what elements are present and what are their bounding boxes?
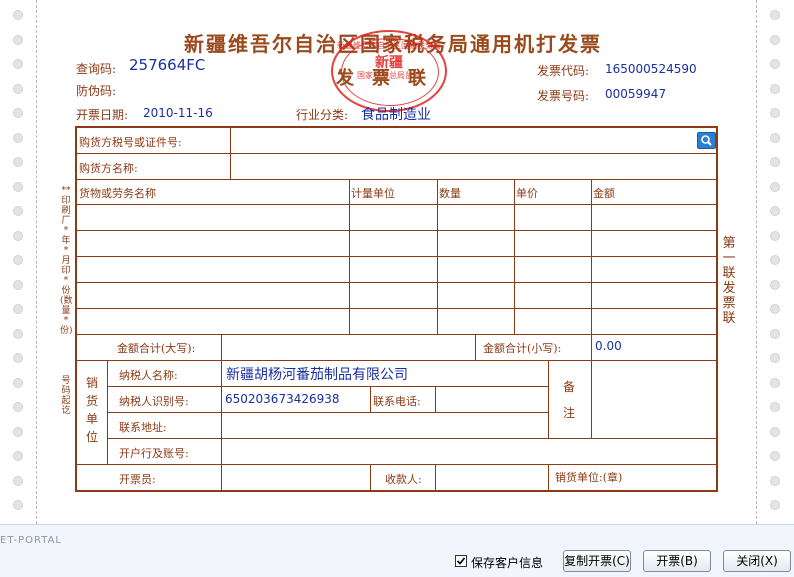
- col-quantity: 数量: [439, 187, 461, 200]
- anti-fake-label: 防伪码:: [76, 84, 117, 98]
- perforation-hole: [770, 132, 780, 143]
- total-lower-value: 0.00: [595, 339, 622, 353]
- close-button[interactable]: 关闭(X): [723, 550, 791, 572]
- issue-button[interactable]: 开票(B): [643, 550, 711, 572]
- issue-date-label: 开票日期:: [76, 108, 129, 122]
- printer-note: **印刷厂*年*月印*份(数量*份): [60, 186, 73, 336]
- perforation-hole: [770, 181, 780, 192]
- invoice-subtitle: 发票联: [336, 68, 444, 89]
- industry-value: 食品制造业: [361, 107, 431, 123]
- perforation-hole: [770, 279, 780, 290]
- perforation-hole: [770, 108, 780, 118]
- buyer-search-button[interactable]: [697, 132, 716, 149]
- perforation-hole: [13, 426, 23, 437]
- perforation-hole: [13, 230, 23, 241]
- right-perforation-strip: [756, 0, 793, 524]
- save-customer-label[interactable]: 保存客户信息: [471, 554, 543, 571]
- seller-seal-label: 销货单位:(章): [555, 471, 623, 484]
- buyer-tax-label: 购货方税号或证件号:: [79, 136, 182, 149]
- portal-label: ET-PORTAL: [0, 535, 62, 546]
- perforation-hole: [770, 304, 780, 314]
- perforation-hole: [13, 353, 23, 363]
- perforation-hole: [770, 426, 780, 437]
- perforation-hole: [13, 34, 23, 45]
- perforation-hole: [770, 59, 780, 69]
- perforation-hole: [13, 304, 23, 314]
- perforation-hole: [13, 402, 23, 412]
- buyer-tax-input[interactable]: [237, 133, 692, 149]
- save-customer-checkbox[interactable]: [455, 555, 467, 567]
- invoice-paper: 新疆维吾尔自治区国家税务局通用机打发票 新疆维吾尔自治区国家税务局 新疆 国家税…: [0, 0, 794, 524]
- query-code-label: 查询码:: [76, 62, 117, 76]
- total-upper-label: 金额合计(大写):: [117, 342, 196, 355]
- perforation-hole: [770, 206, 780, 216]
- perforation-hole: [770, 500, 780, 510]
- copy-label-vertical: 第一联发票联: [722, 236, 736, 326]
- drawer-label: 开票员:: [119, 473, 156, 486]
- buyer-name-label: 购货方名称:: [79, 162, 138, 175]
- perforation-hole: [13, 206, 23, 216]
- query-code-value: 257664FC: [129, 56, 206, 74]
- col-amount: 金额: [593, 187, 615, 200]
- payee-label: 收款人:: [385, 473, 422, 486]
- remark-label: 备注: [563, 380, 576, 420]
- invoice-code-label: 发票代码:: [537, 64, 590, 78]
- perforation-hole: [770, 377, 780, 388]
- perforation-hole: [13, 500, 23, 510]
- search-icon: [701, 135, 712, 146]
- copy-issue-button[interactable]: 复制开票(C): [563, 550, 631, 572]
- phone-label: 联系电话:: [373, 395, 421, 408]
- number-range-note: 号码起讫: [61, 376, 71, 416]
- perforation-hole: [770, 34, 780, 45]
- invoice-number-label: 发票号码:: [537, 89, 590, 103]
- address-label: 联系地址:: [119, 421, 167, 434]
- seal-ring-text: 新疆维吾尔自治区国家税务局: [337, 41, 441, 50]
- perforation-hole: [13, 451, 23, 461]
- left-perforation-strip: [0, 0, 37, 524]
- perforation-hole: [770, 83, 780, 94]
- perforation-hole: [13, 83, 23, 94]
- invoice-code-value: 165000524590: [605, 62, 697, 76]
- perforation-hole: [770, 353, 780, 363]
- perforation-hole: [770, 402, 780, 412]
- industry-label: 行业分类:: [296, 108, 349, 122]
- perforation-hole: [770, 475, 780, 486]
- perforation-hole: [770, 230, 780, 241]
- perforation-hole: [13, 59, 23, 69]
- perforation-hole: [13, 181, 23, 192]
- perforation-hole: [13, 255, 23, 265]
- total-lower-label: 金额合计(小写):: [483, 342, 562, 355]
- bottom-toolbar: ET-PORTAL 保存客户信息 复制开票(C) 开票(B) 关闭(X): [0, 524, 794, 577]
- checkmark-icon: [456, 557, 466, 565]
- col-unit-price: 单价: [516, 187, 538, 200]
- bank-label: 开户行及账号:: [119, 447, 189, 460]
- perforation-hole: [13, 10, 23, 20]
- issue-date-value: 2010-11-16: [143, 106, 213, 120]
- perforation-hole: [770, 10, 780, 20]
- perforation-hole: [770, 328, 780, 339]
- invoice-form-grid: 购货方税号或证件号: 购货方名称: 货物或劳务名称 计量单位 数量 单价 金额 …: [75, 126, 718, 492]
- buyer-name-input[interactable]: [237, 158, 712, 174]
- perforation-hole: [770, 157, 780, 167]
- perforation-hole: [13, 108, 23, 118]
- perforation-hole: [13, 377, 23, 388]
- seller-tax-value: 650203673426938: [225, 392, 340, 406]
- seller-name-label: 纳税人名称:: [119, 369, 178, 382]
- seller-tax-label: 纳税人识别号:: [119, 395, 189, 408]
- perforation-hole: [13, 132, 23, 143]
- seller-section-label: 销货单位: [86, 376, 99, 444]
- perforation-hole: [13, 475, 23, 486]
- perforation-hole: [13, 328, 23, 339]
- seller-name-value: 新疆胡杨河番茄制品有限公司: [226, 367, 408, 383]
- invoice-number-value: 00059947: [605, 87, 667, 101]
- perforation-hole: [770, 255, 780, 265]
- perforation-hole: [770, 451, 780, 461]
- perforation-hole: [13, 279, 23, 290]
- perforation-hole: [13, 157, 23, 167]
- col-unit: 计量单位: [351, 187, 395, 200]
- col-item-name: 货物或劳务名称: [79, 187, 156, 200]
